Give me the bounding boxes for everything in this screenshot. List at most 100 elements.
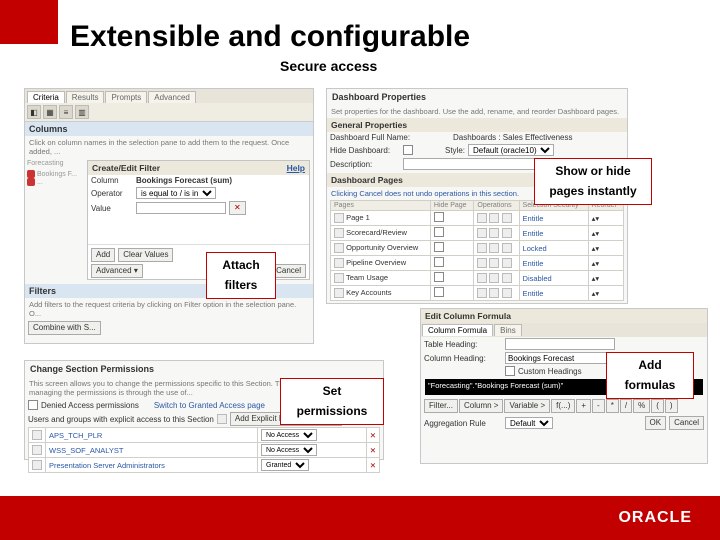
dp-title: Dashboard Properties [332,92,426,102]
formula-op-button[interactable]: + [576,399,591,413]
perm-select[interactable]: Granted [261,459,309,471]
red-dot-icon [27,170,35,178]
perm-table: APS_TCH_PLR No Access ✕ WSS_SOF_ANALYST … [28,427,380,473]
lbl-agg: Aggregation Rule [424,419,502,428]
combine-button[interactable]: Combine with S... [28,321,101,335]
formula-op-button[interactable]: / [620,399,632,413]
slide-title: Extensible and configurable [70,20,470,54]
icon-tool-c[interactable]: ≡ [59,105,73,119]
rename-icon[interactable] [477,228,487,238]
formula-op-button[interactable]: Column > [459,399,503,413]
switch-link[interactable]: Switch to Granted Access page [154,401,265,410]
down-icon[interactable]: ▾ [595,274,599,283]
agg-select[interactable]: Default [505,417,553,429]
delete-icon[interactable] [489,273,499,283]
page-icon [334,288,344,298]
remove-icon[interactable]: ✕ [370,461,376,470]
rename-icon[interactable] [477,288,487,298]
formula-ok[interactable]: OK [645,416,667,430]
perm-select[interactable]: No Access [261,429,317,441]
icon-tool-a[interactable]: ◧ [27,105,41,119]
icon-tool-d[interactable]: ▥ [75,105,89,119]
side-item-2[interactable]: ... [27,178,85,186]
icon-tool-b[interactable]: ▦ [43,105,57,119]
custom-check[interactable] [505,366,515,376]
formula-op-button[interactable]: - [592,399,605,413]
formula-op-button[interactable]: Filter... [424,399,458,413]
delete-icon[interactable] [489,213,499,223]
hide-page-check[interactable] [434,212,444,222]
callout-set: Set permissions [280,378,384,425]
filter-dialog-title: Create/Edit Filter [92,163,160,173]
formula-cancel[interactable]: Cancel [669,416,704,430]
hide-page-check[interactable] [434,227,444,237]
formula-op-button[interactable]: ( [651,399,664,413]
tab-formula[interactable]: Column Formula [422,324,493,336]
delete-icon[interactable] [489,288,499,298]
cancel-button[interactable]: Cancel [271,264,306,278]
page-icon [334,243,344,253]
tab-criteria[interactable]: Criteria [27,91,65,103]
formula-op-button[interactable]: % [633,399,650,413]
hide-page-check[interactable] [434,287,444,297]
hide-checkbox[interactable] [403,145,413,155]
corner-accent [0,0,58,44]
table-row: Pipeline Overview Entitle ▴▾ [331,256,624,271]
table-row: APS_TCH_PLR No Access ✕ [29,428,380,443]
down-icon[interactable]: ▾ [595,214,599,223]
style-select[interactable]: Default (oracle10) [468,144,554,156]
delete-icon[interactable] [489,258,499,268]
down-icon[interactable]: ▾ [595,229,599,238]
side-item-1[interactable]: Bookings F... [27,170,85,178]
rename-icon[interactable] [477,258,487,268]
hide-page-check[interactable] [434,272,444,282]
value-input[interactable] [136,202,226,214]
rename-icon[interactable] [477,213,487,223]
clear-button[interactable]: Clear Values [118,248,173,262]
perm-icon[interactable] [502,258,512,268]
help-link[interactable]: Help [287,163,305,173]
formula-op-button[interactable]: f(...) [551,399,575,413]
val-path: Dashboards : Sales Effectiveness [453,133,572,142]
rename-icon[interactable] [477,273,487,283]
perm-icon[interactable] [502,288,512,298]
lbl-path: Dashboard Full Name: [330,133,450,142]
perm-select[interactable]: No Access [261,444,317,456]
page-icon [334,258,344,268]
perm-icon[interactable] [502,228,512,238]
tab-advanced[interactable]: Advanced [148,91,196,103]
remove-icon[interactable]: ✕ [370,431,376,440]
down-icon[interactable]: ▾ [595,289,599,298]
remove-icon[interactable]: ✕ [370,446,376,455]
operator-select[interactable]: is equal to / is in [136,187,216,199]
users-label: Users and groups with explicit access to… [28,415,214,424]
mode-radio[interactable] [28,400,38,410]
down-icon[interactable]: ▾ [595,259,599,268]
hide-page-check[interactable] [434,257,444,267]
formula-op-button[interactable]: * [606,399,619,413]
formula-op-button[interactable]: Variable > [504,399,550,413]
tab-bins[interactable]: Bins [494,324,522,336]
tab-results[interactable]: Results [66,91,105,103]
delete-icon[interactable] [489,228,499,238]
delete-value-button[interactable]: ✕ [229,201,246,215]
perm-icon[interactable] [502,273,512,283]
lbl-operator: Operator [91,189,133,198]
add-button[interactable]: Add [91,248,115,262]
tab-prompts[interactable]: Prompts [105,91,147,103]
ch-input[interactable] [505,352,615,364]
formula-op-button[interactable]: ) [665,399,678,413]
perm-title: Change Section Permissions [30,364,154,374]
th-hide: Hide Page [430,201,473,211]
perm-icon[interactable] [502,243,512,253]
delete-icon[interactable] [489,243,499,253]
down-icon[interactable]: ▾ [595,244,599,253]
perm-icon[interactable] [502,213,512,223]
th-input[interactable] [505,338,615,350]
dp-sub: Set properties for the dashboard. Use th… [327,105,627,118]
table-row: Presentation Server Administrators Grant… [29,458,380,473]
rename-icon[interactable] [477,243,487,253]
hide-page-check[interactable] [434,242,444,252]
advanced-button[interactable]: Advanced ▾ [91,264,143,278]
table-row: Team Usage Disabled ▴▾ [331,271,624,286]
